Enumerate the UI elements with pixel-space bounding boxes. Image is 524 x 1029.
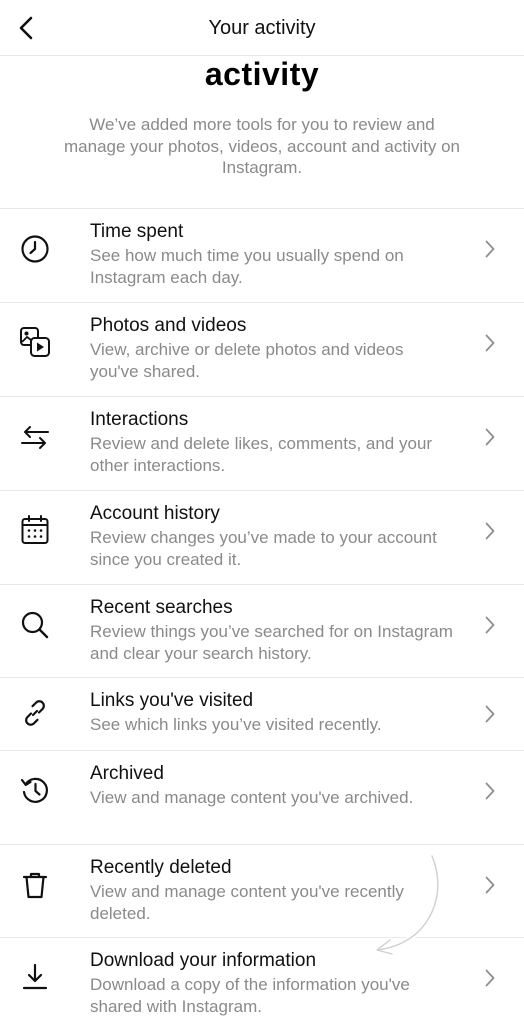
download-icon: [18, 960, 52, 994]
search-icon: [18, 608, 52, 642]
chevron-right-icon: [482, 521, 498, 541]
arrows-swap-icon: [18, 420, 52, 454]
chevron-right-icon: [482, 781, 498, 801]
chevron-right-icon: [482, 968, 498, 988]
item-label: Interactions: [90, 409, 189, 430]
photos-videos-icon: [18, 325, 52, 359]
item-label: Archived: [90, 763, 164, 784]
activity-list: Time spent See how much time you usually…: [0, 208, 524, 1029]
item-description: Review things you’ve searched for on Ins…: [90, 622, 453, 663]
chevron-right-icon: [482, 333, 498, 353]
item-description: Review changes you’ve made to your accou…: [90, 528, 437, 569]
link-icon: [18, 696, 52, 730]
list-item-archived[interactable]: Archived View and manage content you've …: [0, 750, 524, 844]
page-title: Your activity: [208, 17, 316, 39]
item-description: See which links you’ve visited recently.: [90, 715, 382, 734]
item-description: View and manage content you've archived.: [90, 788, 414, 807]
clock-icon: [18, 232, 52, 266]
chevron-right-icon: [482, 427, 498, 447]
top-nav-bar: Your activity: [0, 0, 524, 56]
item-label: Download your information: [90, 950, 317, 971]
item-label: Time spent: [90, 221, 184, 242]
list-item-recent-searches[interactable]: Recent searches Review things you’ve sea…: [0, 584, 524, 677]
archive-history-icon: [18, 773, 52, 807]
chevron-right-icon: [482, 239, 498, 259]
list-item-download-information[interactable]: Download your information Download a cop…: [0, 937, 524, 1029]
list-item-interactions[interactable]: Interactions Review and delete likes, co…: [0, 396, 524, 490]
list-item-links-visited[interactable]: Links you've visited See which links you…: [0, 677, 524, 750]
item-description: Download a copy of the information you'v…: [90, 975, 410, 1016]
item-label: Recently deleted: [90, 857, 232, 878]
chevron-right-icon: [482, 615, 498, 635]
trash-icon: [18, 868, 52, 902]
item-label: Photos and videos: [90, 315, 247, 336]
item-label: Recent searches: [90, 597, 233, 618]
intro-text: We’ve added more tools for you to review…: [64, 115, 460, 177]
calendar-icon: [18, 513, 52, 547]
list-item-account-history[interactable]: Account history Review changes you’ve ma…: [0, 490, 524, 584]
item-description: View, archive or delete photos and video…: [90, 340, 404, 381]
item-label: Account history: [90, 503, 220, 524]
item-description: Review and delete likes, comments, and y…: [90, 434, 433, 475]
list-item-time-spent[interactable]: Time spent See how much time you usually…: [0, 208, 524, 302]
item-description: See how much time you usually spend on I…: [90, 246, 404, 287]
chevron-right-icon: [482, 875, 498, 895]
section-heading: activity: [204, 56, 320, 92]
list-item-photos-and-videos[interactable]: Photos and videos View, archive or delet…: [0, 302, 524, 396]
item-label: Links you've visited: [90, 690, 254, 711]
item-description: View and manage content you've recently …: [90, 882, 404, 923]
chevron-right-icon: [482, 704, 498, 724]
list-item-recently-deleted[interactable]: Recently deleted View and manage content…: [0, 844, 524, 937]
